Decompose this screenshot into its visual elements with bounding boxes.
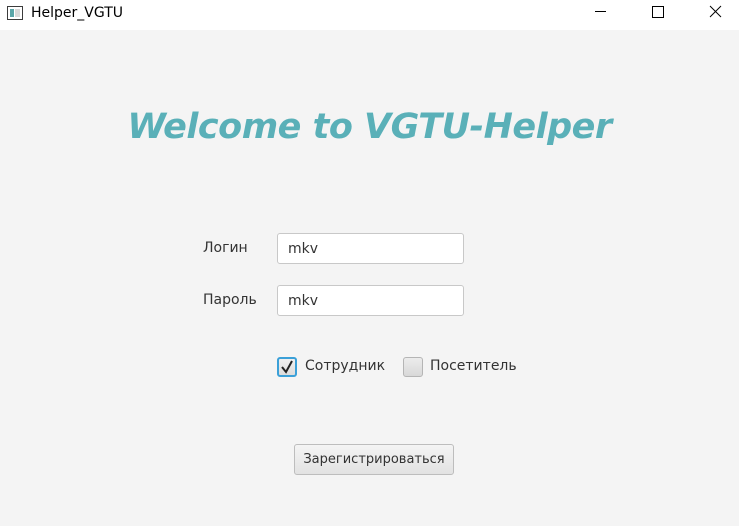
password-label: Пароль — [203, 292, 257, 308]
maximize-icon — [652, 6, 664, 18]
staff-checkbox[interactable] — [277, 357, 297, 377]
visitor-checkbox[interactable] — [403, 357, 423, 377]
title-bar[interactable]: Helper_VGTU — [0, 0, 739, 30]
login-field[interactable] — [277, 233, 464, 264]
app-window: Helper_VGTU Welcome to VGTU-Helper Логин… — [0, 0, 739, 526]
staff-checkbox-label[interactable]: Сотрудник — [305, 358, 385, 374]
close-button[interactable] — [692, 0, 738, 30]
register-button[interactable]: Зарегистрироваться — [294, 444, 454, 475]
minimize-button[interactable] — [578, 0, 624, 30]
app-icon — [7, 6, 23, 20]
maximize-button[interactable] — [635, 0, 681, 30]
visitor-checkbox-label[interactable]: Посетитель — [430, 358, 517, 374]
checkmark-icon — [281, 360, 293, 374]
close-icon — [709, 5, 722, 18]
welcome-heading: Welcome to VGTU-Helper — [127, 107, 612, 147]
minimize-icon — [595, 11, 606, 12]
window-title: Helper_VGTU — [31, 5, 124, 21]
login-label: Логин — [203, 240, 248, 256]
password-field[interactable] — [277, 285, 464, 316]
